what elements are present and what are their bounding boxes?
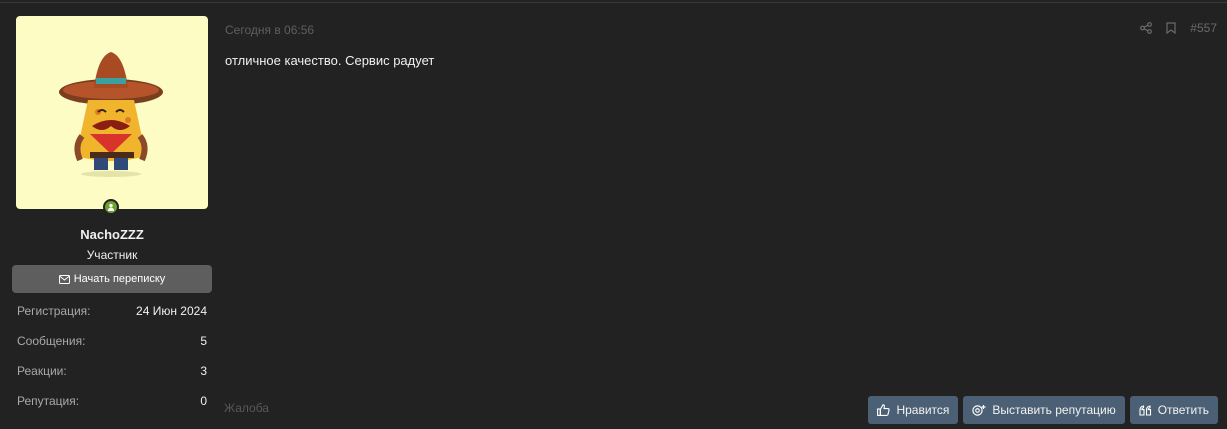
stat-value[interactable]: 5 — [200, 334, 207, 348]
stat-label: Сообщения: — [17, 334, 86, 348]
post-meta-tools: #557 — [1140, 21, 1217, 35]
share-icon[interactable] — [1140, 22, 1153, 34]
post-content: отличное качество. Сервис радует — [225, 53, 435, 68]
stat-messages: Сообщения: 5 — [17, 334, 207, 348]
stat-label: Реакции: — [17, 364, 67, 378]
stat-reputation: Репутация: 0 — [17, 394, 207, 408]
stat-value: 24 Июн 2024 — [136, 304, 207, 318]
username[interactable]: NachoZZZ — [0, 227, 224, 242]
like-label: Нравится — [896, 403, 950, 417]
stat-value: 3 — [200, 364, 207, 378]
start-conversation-label: Начать переписку — [73, 273, 166, 285]
quote-icon — [1139, 404, 1151, 416]
post-actions: Нравится Выставить репутацию Ответить — [868, 396, 1218, 424]
message-post: NachoZZZ Участник Начать переписку Регис… — [0, 2, 1227, 429]
nacho-avatar-image — [59, 52, 163, 177]
reputation-icon — [972, 405, 986, 416]
stat-reactions: Реакции: 3 — [17, 364, 207, 378]
reputation-label: Выставить репутацию — [992, 403, 1116, 417]
reply-button[interactable]: Ответить — [1129, 396, 1218, 424]
envelope-icon — [58, 274, 70, 284]
user-info-column: NachoZZZ Участник Начать переписку Регис… — [0, 3, 222, 429]
stat-registration: Регистрация: 24 Июн 2024 — [17, 304, 207, 318]
user-title: Участник — [86, 248, 138, 262]
stat-label: Репутация: — [17, 394, 80, 408]
online-status-indicator — [103, 199, 119, 215]
post-number[interactable]: #557 — [1190, 21, 1217, 35]
post-date[interactable]: Сегодня в 06:56 — [225, 23, 314, 37]
stat-label: Регистрация: — [17, 304, 91, 318]
like-button[interactable]: Нравится — [868, 396, 959, 424]
reputation-button[interactable]: Выставить репутацию — [963, 396, 1125, 424]
thumbs-up-icon — [877, 404, 891, 416]
start-conversation-button[interactable]: Начать переписку — [12, 265, 212, 293]
report-link[interactable]: Жалоба — [224, 401, 269, 415]
bookmark-icon[interactable] — [1166, 22, 1176, 34]
avatar[interactable] — [16, 16, 208, 209]
reply-label: Ответить — [1157, 403, 1209, 417]
user-icon — [108, 203, 114, 211]
stat-value: 0 — [200, 394, 207, 408]
